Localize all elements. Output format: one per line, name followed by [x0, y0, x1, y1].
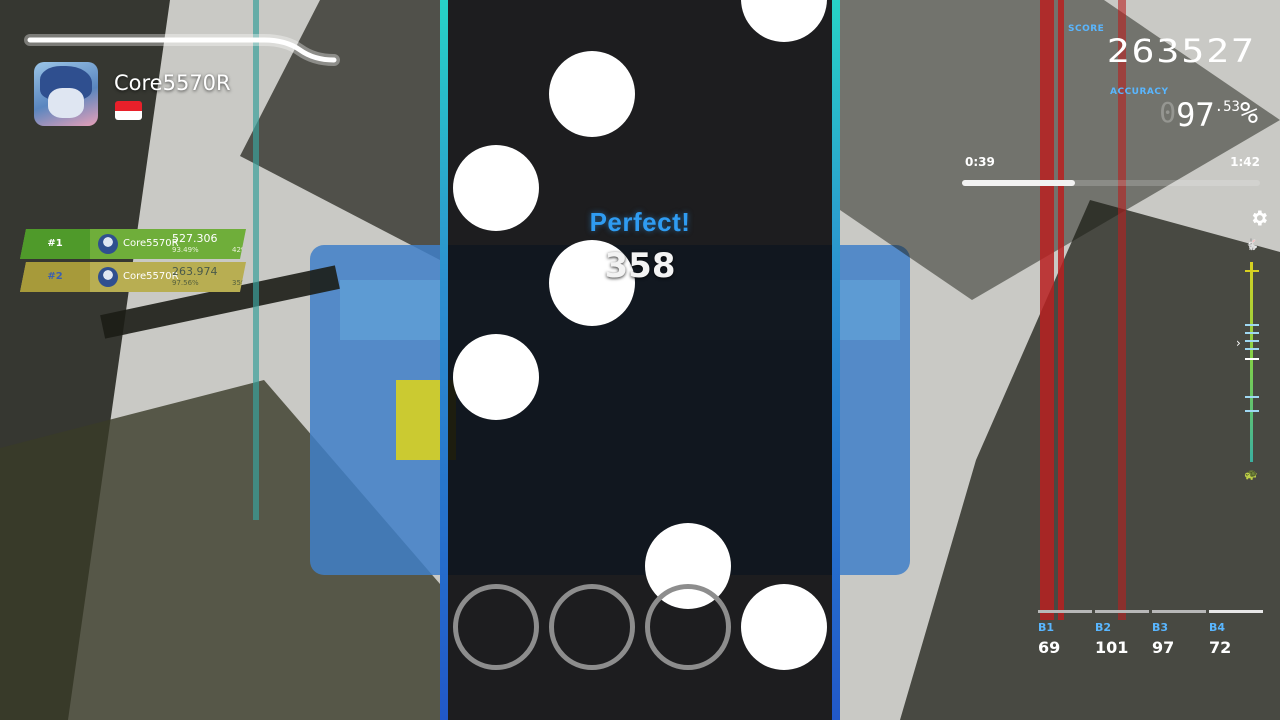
playfield-left-edge	[440, 0, 448, 720]
combo-counter: 358	[604, 246, 676, 286]
leaderboard-score: 263.974	[172, 265, 218, 278]
leaderboard-row: #1 Core5570R 527.306 93.49% 429x	[20, 229, 246, 259]
note	[549, 51, 635, 137]
beat-stat-b4: B4 72	[1209, 610, 1263, 657]
accuracy-value: 0 97 .53 %	[1159, 96, 1258, 134]
chevron-right-icon: ›	[1236, 336, 1241, 350]
beat-bar	[1209, 610, 1263, 613]
speed-tick	[1245, 332, 1259, 334]
beat-name: B2	[1095, 621, 1112, 634]
beat-value: 72	[1209, 638, 1232, 657]
leaderboard-name: Core5570R	[123, 271, 179, 282]
judgement-text: Perfect!	[589, 207, 691, 237]
accuracy-ghost-digit: 0	[1159, 96, 1177, 129]
player-avatar	[34, 62, 98, 126]
speed-tick	[1245, 410, 1259, 412]
rabbit-icon: 🐇	[1245, 238, 1259, 251]
beat-bar	[1038, 610, 1092, 613]
leaderboard-rank: #2	[20, 262, 90, 292]
indonesia-flag-icon	[115, 101, 142, 120]
beat-stat-b1: B1 69	[1038, 610, 1092, 657]
beat-bar	[1095, 610, 1149, 613]
beat-name: B3	[1152, 621, 1169, 634]
beat-stat-b3: B3 97	[1152, 610, 1206, 657]
leaderboard-accuracy: 97.56%	[172, 279, 199, 287]
speed-tick	[1245, 396, 1259, 398]
scroll-speed-rail[interactable]	[1250, 262, 1253, 462]
turtle-icon: 🐢	[1244, 468, 1258, 481]
score-value: 263527	[1106, 32, 1256, 70]
leaderboard-rank: #1	[20, 229, 90, 259]
leaderboard-row: #2 Core5570R 263.974 97.56% 358x	[20, 262, 246, 292]
leaderboard-accuracy: 93.49%	[172, 246, 199, 254]
beat-stat-b2: B2 101	[1095, 610, 1149, 657]
beat-name: B4	[1209, 621, 1226, 634]
beat-value: 101	[1095, 638, 1129, 657]
gear-icon[interactable]	[1249, 208, 1269, 228]
score-label: SCORE	[1068, 24, 1105, 34]
playfield-right-edge	[832, 0, 840, 720]
player-name: Core5570R	[114, 71, 231, 95]
accuracy-decimal: .53	[1214, 99, 1240, 115]
beat-name: B1	[1038, 621, 1055, 634]
speed-tick	[1245, 340, 1259, 342]
speed-tick	[1245, 270, 1259, 272]
avatar	[98, 267, 118, 287]
playfield[interactable]: Perfect! 358	[440, 0, 840, 720]
note	[453, 334, 539, 420]
leaderboard-name: Core5570R	[123, 238, 179, 249]
receptor-lane-1	[453, 584, 539, 670]
receptor-lane-3	[645, 584, 731, 670]
receptor-lane-2	[549, 584, 635, 670]
accuracy-percent: %	[1239, 96, 1258, 131]
leaderboard-score: 527.306	[172, 232, 218, 245]
speed-tick	[1245, 348, 1259, 350]
beat-value: 97	[1152, 638, 1175, 657]
time-elapsed: 0:39	[965, 155, 995, 169]
song-progress-bar	[962, 180, 1260, 186]
note	[741, 0, 827, 42]
beat-value: 69	[1038, 638, 1061, 657]
song-progress-fill	[962, 180, 1076, 186]
time-total: 1:42	[1230, 155, 1260, 169]
avatar	[98, 234, 118, 254]
speed-tick	[1245, 324, 1259, 326]
beat-bar	[1152, 610, 1206, 613]
receptor-lane-4-hit	[741, 584, 827, 670]
accuracy-integer: 97	[1176, 96, 1215, 134]
speed-tick	[1245, 358, 1259, 360]
